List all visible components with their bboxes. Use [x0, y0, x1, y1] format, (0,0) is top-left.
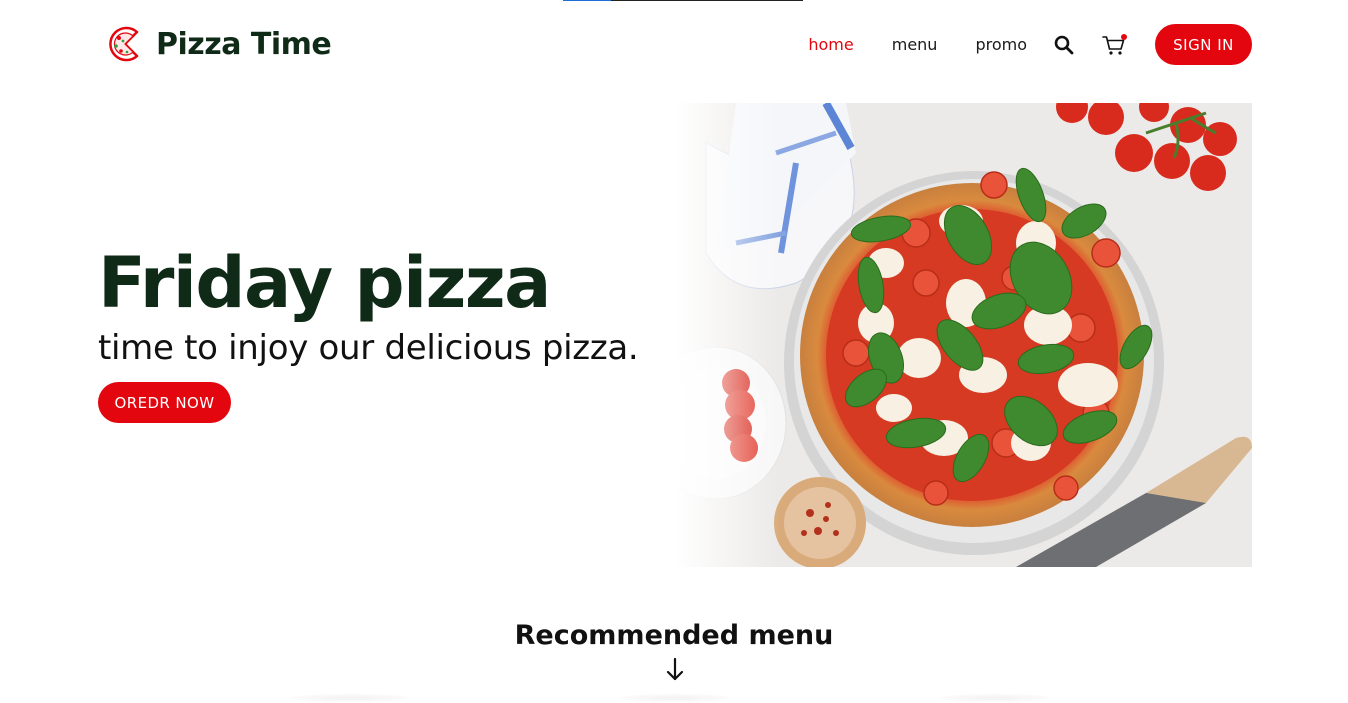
- hero-text: Friday pizza time to injoy our delicious…: [98, 240, 639, 370]
- margherita-pizza-photo: [676, 103, 1252, 567]
- main-nav: home menu promo SIGN IN: [808, 24, 1252, 65]
- cart-button[interactable]: [1101, 32, 1127, 58]
- hero-subtitle: time to injoy our delicious pizza.: [98, 328, 639, 368]
- nav-home-link[interactable]: home: [808, 35, 853, 54]
- menu-card-shadow: [940, 694, 1050, 702]
- cart-badge-dot: [1121, 33, 1127, 40]
- order-now-button[interactable]: OREDR NOW: [98, 382, 231, 423]
- brand[interactable]: Pizza Time: [106, 22, 332, 66]
- recommended-menu-title: Recommended menu: [514, 620, 834, 651]
- menu-card-shadow: [620, 694, 730, 702]
- search-button[interactable]: [1051, 32, 1077, 58]
- search-icon: [1054, 35, 1074, 54]
- sign-in-button[interactable]: SIGN IN: [1155, 24, 1252, 65]
- nav-promo-link[interactable]: promo: [975, 35, 1027, 54]
- arrow-down-icon: [666, 657, 684, 681]
- hero-title: Friday pizza: [98, 242, 551, 324]
- nav-menu-link[interactable]: menu: [892, 35, 938, 54]
- pizza-logo-icon: [109, 26, 139, 62]
- hero-pizza-image: [676, 103, 1252, 567]
- site-header: Pizza Time home menu promo SIGN IN: [0, 0, 1348, 88]
- menu-card-shadow: [290, 694, 410, 702]
- brand-name: Pizza Time: [156, 26, 332, 62]
